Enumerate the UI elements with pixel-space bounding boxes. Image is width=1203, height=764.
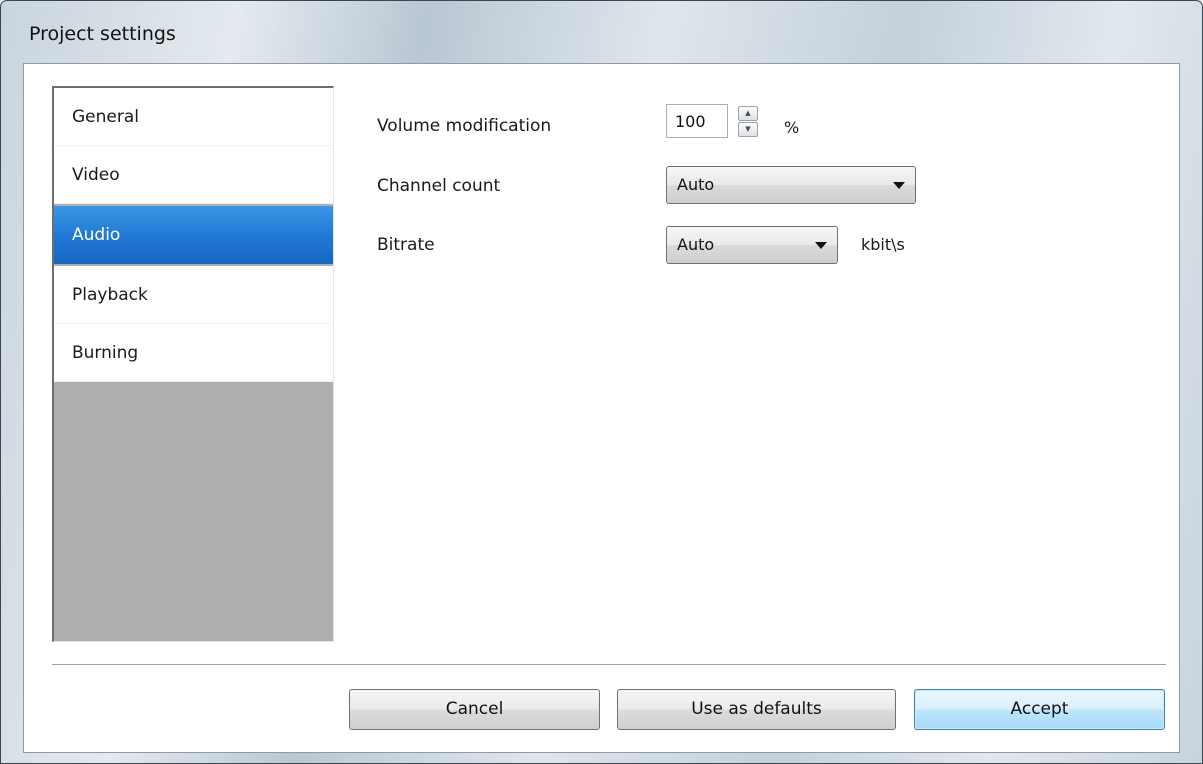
cancel-button[interactable]: Cancel: [349, 689, 600, 730]
channel-count-label: Channel count: [377, 176, 501, 196]
nav-item-playback[interactable]: Playback: [54, 266, 333, 324]
footer-separator: [52, 664, 1166, 666]
nav-item-burning[interactable]: Burning: [54, 324, 333, 382]
accept-button[interactable]: Accept: [914, 689, 1165, 730]
bitrate-value: Auto: [677, 235, 715, 254]
channel-count-value: Auto: [677, 175, 715, 194]
dialog-content: General Video Audio Playback Burning Vol…: [23, 63, 1180, 753]
nav-item-general[interactable]: General: [54, 88, 333, 146]
bitrate-label: Bitrate: [377, 235, 435, 255]
channel-count-select[interactable]: Auto: [666, 166, 916, 204]
project-settings-window: Project settings General Video Audio Pla…: [0, 0, 1203, 764]
window-title: Project settings: [29, 23, 176, 45]
nav-item-video[interactable]: Video: [54, 146, 333, 204]
dropdown-arrow-icon: [893, 182, 905, 189]
volume-unit: %: [784, 118, 800, 137]
use-as-defaults-button[interactable]: Use as defaults: [617, 689, 896, 730]
bitrate-select[interactable]: Auto: [666, 226, 838, 264]
dropdown-arrow-icon: [815, 242, 827, 249]
spin-down-icon[interactable]: ▼: [738, 122, 758, 137]
title-bar[interactable]: Project settings: [1, 1, 1202, 63]
volume-label: Volume modification: [377, 116, 552, 136]
settings-nav-list: General Video Audio Playback Burning: [52, 86, 334, 642]
spin-up-icon[interactable]: ▲: [738, 106, 758, 121]
volume-input[interactable]: [666, 104, 728, 138]
bitrate-unit: kbit\s: [861, 235, 905, 254]
nav-item-audio[interactable]: Audio: [54, 206, 333, 264]
